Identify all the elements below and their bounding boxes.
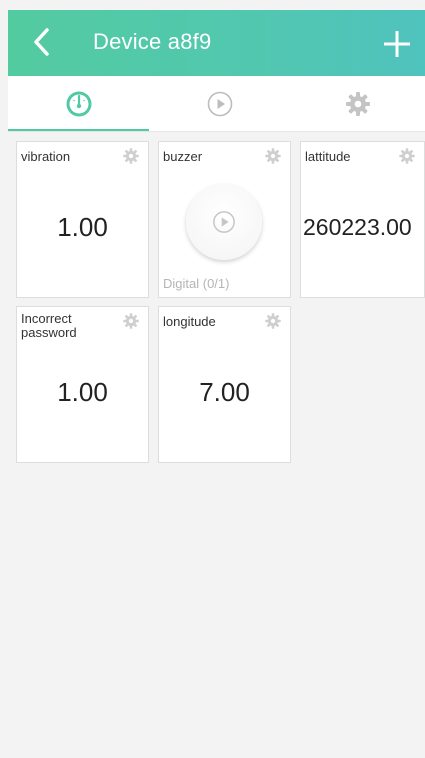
add-widget-button[interactable]	[375, 22, 419, 66]
buzzer-toggle-button[interactable]	[186, 184, 262, 260]
widget-settings-icon[interactable]	[398, 147, 416, 165]
page-title: Device a8f9	[93, 29, 212, 54]
widget-label: vibration	[21, 149, 71, 164]
widget-label-line1: Incorrect	[21, 311, 72, 326]
widget-settings-icon[interactable]	[122, 147, 140, 165]
widget-label: buzzer	[163, 149, 203, 164]
tab-settings[interactable]	[290, 76, 425, 132]
widget-incorrect-password[interactable]: Incorrect password 1.00	[16, 306, 149, 463]
widget-label: lattitude	[305, 149, 351, 164]
widget-settings-icon[interactable]	[264, 147, 282, 165]
widget-lattitude[interactable]: lattitude 260223.00	[300, 141, 425, 298]
chevron-left-icon	[34, 28, 49, 56]
tab-controls[interactable]	[149, 76, 290, 132]
widget-value: 7.00	[199, 377, 250, 407]
widget-label: longitude	[163, 314, 216, 329]
gear-icon	[345, 92, 370, 116]
widget-buzzer[interactable]: buzzer Digital (0/1)	[158, 141, 291, 298]
widget-settings-icon[interactable]	[122, 312, 140, 330]
app-header: Device a8f9	[8, 10, 425, 76]
widget-longitude[interactable]: longitude 7.00	[158, 306, 291, 463]
play-circle-icon	[207, 91, 232, 117]
tab-bar	[8, 76, 425, 132]
plus-icon	[384, 31, 410, 57]
widget-value: 260223.00	[303, 214, 412, 240]
play-circle-icon	[213, 211, 235, 233]
back-button[interactable]	[22, 22, 62, 62]
buzzer-mode-label: Digital (0/1)	[163, 276, 230, 291]
widget-vibration[interactable]: vibration 1.00	[16, 141, 149, 298]
widget-value: 1.00	[57, 212, 108, 242]
gauge-icon	[66, 91, 91, 117]
widget-settings-icon[interactable]	[264, 312, 282, 330]
widget-label: Incorrect password	[21, 312, 77, 340]
tab-divider	[8, 131, 425, 132]
widget-label-line2: password	[21, 325, 77, 340]
tab-dashboard[interactable]	[8, 76, 149, 132]
widget-value: 1.00	[57, 377, 108, 407]
